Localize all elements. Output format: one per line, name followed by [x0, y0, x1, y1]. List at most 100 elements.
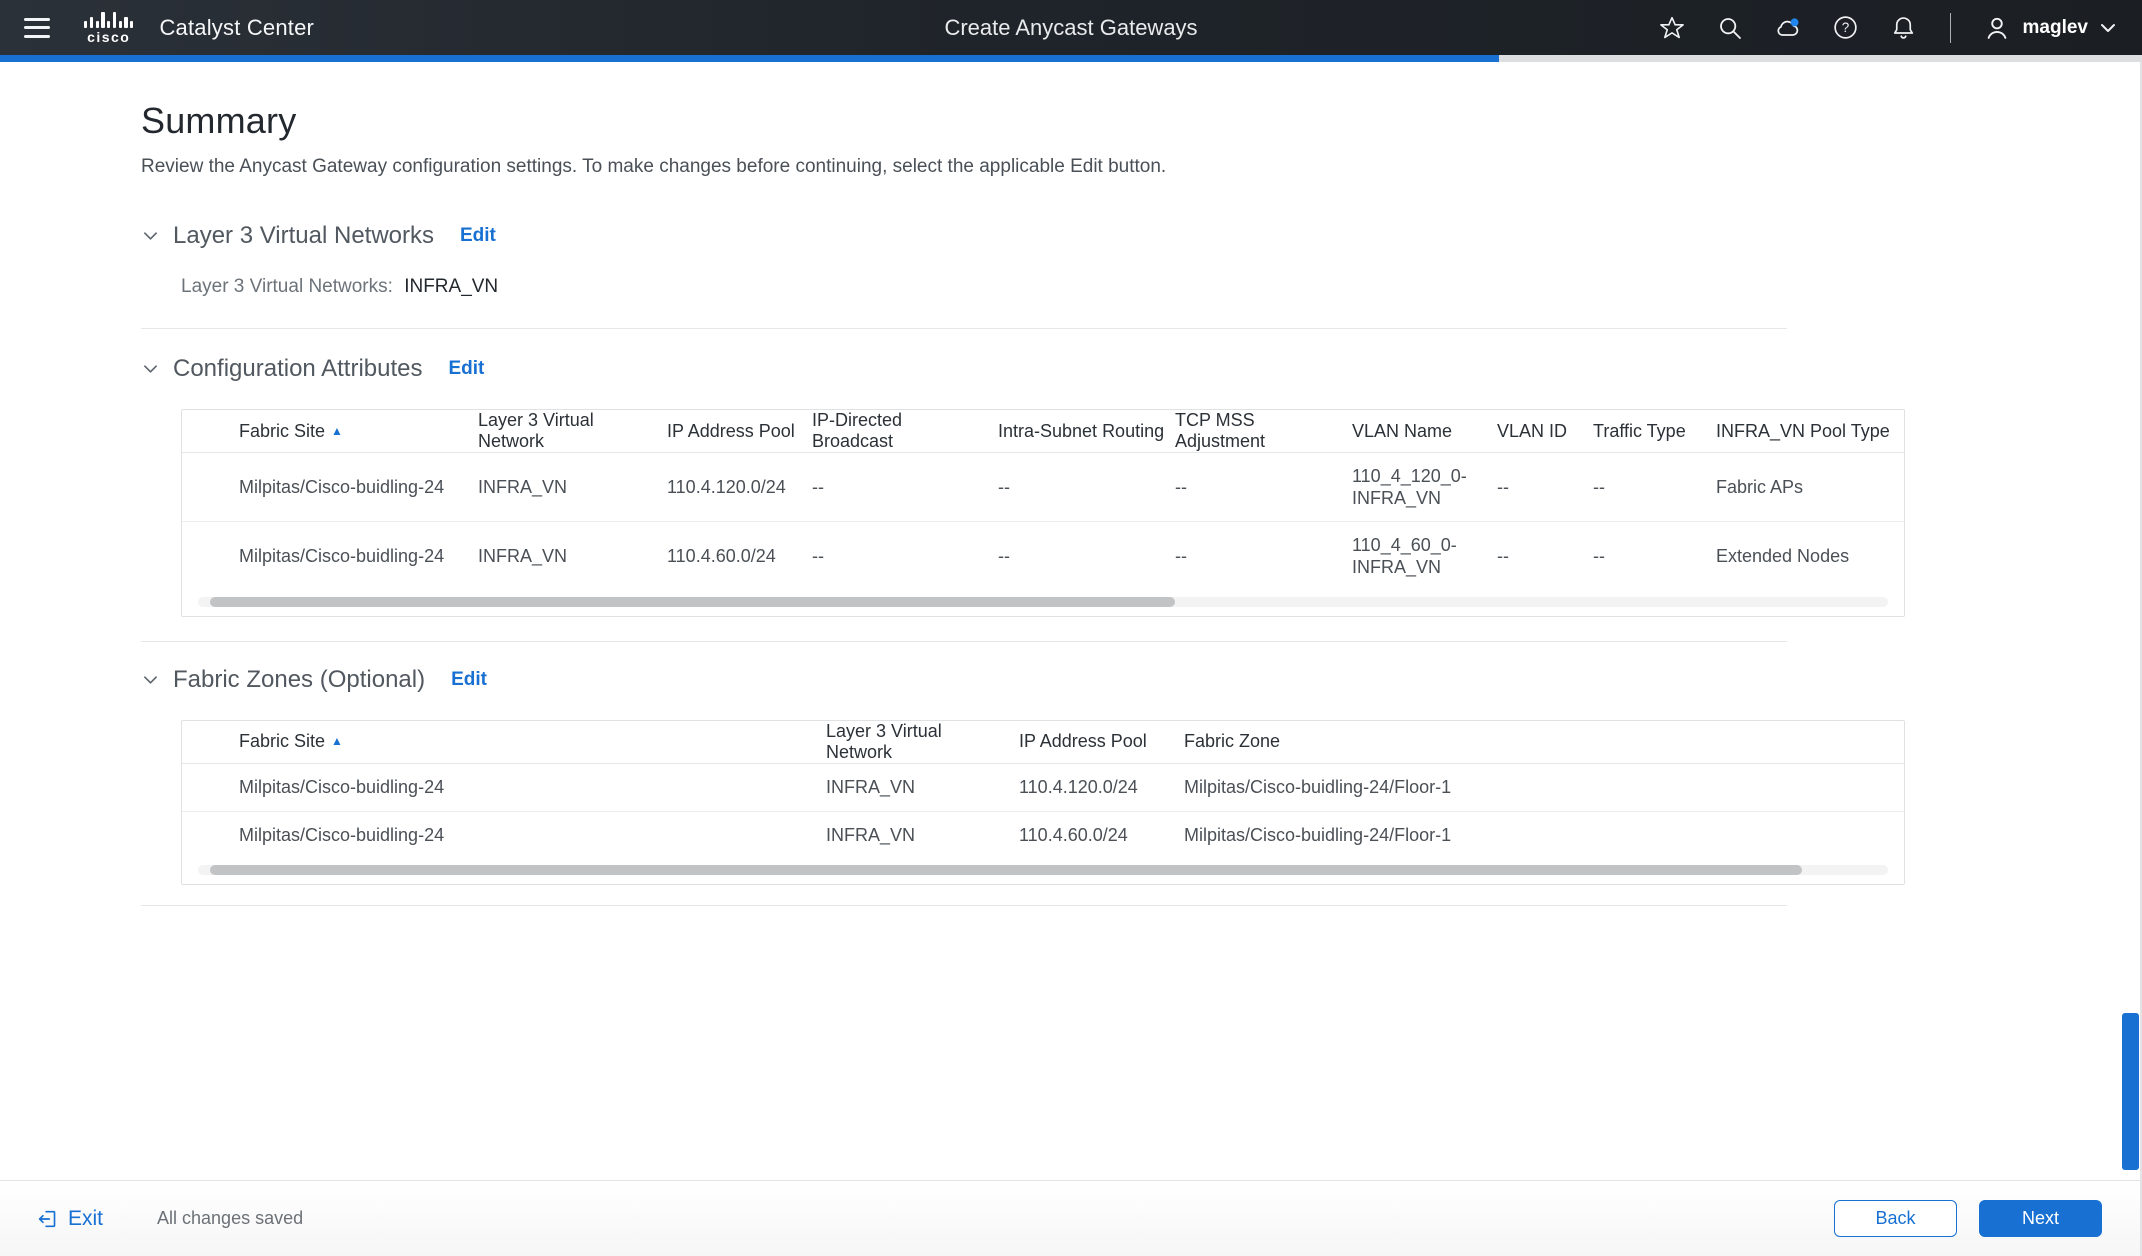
l3vn-field-value: INFRA_VN [404, 276, 499, 297]
col-ip-directed-broadcast: IP-Directed Broadcast [812, 410, 998, 453]
cisco-bars-icon [84, 11, 134, 28]
col-fabric-site[interactable]: Fabric Site ▲ [182, 720, 826, 764]
summary-description: Review the Anycast Gateway configuration… [141, 156, 1167, 177]
cell-ip-pool: 110.4.120.0/24 [1019, 763, 1184, 812]
fabric-zones-table-card: Fabric Site ▲ Layer 3 Virtual Network IP … [181, 719, 1905, 885]
notifications-bell-icon[interactable] [1890, 14, 1918, 42]
cell-ip-directed-broadcast: -- [812, 452, 998, 522]
zones-edit-button[interactable]: Edit [451, 669, 487, 691]
section-divider [141, 328, 1787, 329]
cisco-wordmark: cisco [87, 28, 131, 45]
cisco-logo: cisco [84, 11, 134, 45]
cell-tcp-mss: -- [1175, 546, 1187, 566]
l3vn-edit-button[interactable]: Edit [460, 225, 496, 247]
zones-section-title: Fabric Zones (Optional) [173, 665, 426, 693]
help-icon[interactable]: ? [1832, 14, 1860, 42]
col-vlan-id: VLAN ID [1497, 410, 1593, 453]
cell-fabric-site: Milpitas/Cisco-buidling-24 [182, 452, 478, 522]
summary-title: Summary [141, 100, 297, 141]
svg-text:?: ? [1842, 20, 1850, 35]
table-row: Milpitas/Cisco-buidling-24 INFRA_VN 110.… [182, 452, 1904, 522]
zones-table-hscrollbar-thumb[interactable] [210, 865, 1802, 875]
cell-l3vn: INFRA_VN [478, 452, 667, 522]
cell-ip-pool: 110.4.60.0/24 [667, 546, 776, 566]
topbar-separator [1949, 12, 1951, 43]
cell-l3vn: INFRA_VN [826, 825, 916, 845]
col-vlan-name: VLAN Name [1352, 410, 1497, 453]
cell-fabric-zone: Milpitas/Cisco-buidling-24/Floor-1 [1184, 763, 1904, 812]
cell-vlan-name: 110_4_120_0-INFRA_VN [1352, 452, 1497, 522]
exit-button[interactable]: Exit [36, 1207, 103, 1231]
col-intra-subnet-routing: Intra-Subnet Routing [998, 410, 1175, 453]
table-header-row: Fabric Site ▲ Layer 3 Virtual Network IP … [182, 720, 1904, 764]
sort-ascending-icon: ▲ [331, 423, 343, 438]
config-table-hscrollbar-track[interactable] [198, 596, 1888, 607]
user-name: maglev [2022, 16, 2088, 38]
save-status-text: All changes saved [157, 1208, 304, 1228]
config-attributes-table-card: Fabric Site ▲ Layer 3 Virtual Network IP … [181, 409, 1905, 617]
user-chevron-down-icon [2101, 23, 2115, 32]
l3vn-section-title: Layer 3 Virtual Networks [173, 222, 434, 249]
col-l3vn: Layer 3 Virtual Network [478, 410, 667, 453]
cell-fabric-site: Milpitas/Cisco-buidling-24 [239, 546, 445, 566]
cell-fabric-zone: Milpitas/Cisco-buidling-24/Floor-1 [1184, 825, 1452, 845]
cell-intra-subnet-routing: -- [998, 546, 1010, 566]
cell-traffic-type: -- [1593, 452, 1716, 522]
cloud-status-icon[interactable] [1774, 14, 1802, 42]
fabric-zones-table: Fabric Site ▲ Layer 3 Virtual Network IP … [182, 720, 1904, 860]
cell-pool-type: Fabric APs [1716, 452, 1904, 522]
zones-table-hscrollbar-track[interactable] [198, 865, 1888, 875]
wizard-footer: Exit All changes saved Back Next [0, 1180, 2142, 1256]
cell-l3vn: INFRA_VN [826, 763, 1019, 812]
favorites-star-icon[interactable] [1658, 14, 1686, 42]
cell-pool-type: Extended Nodes [1716, 546, 1850, 566]
table-header-row: Fabric Site ▲ Layer 3 Virtual Network IP … [182, 410, 1904, 453]
next-button[interactable]: Next [1979, 1200, 2102, 1237]
wizard-progress-fill [0, 55, 1500, 62]
cell-tcp-mss: -- [1175, 452, 1352, 522]
table-row: Milpitas/Cisco-buidling-24 INFRA_VN 110.… [182, 763, 1904, 812]
cell-traffic-type: -- [1593, 546, 1605, 566]
col-fabric-site[interactable]: Fabric Site ▲ [182, 410, 478, 453]
config-edit-button[interactable]: Edit [448, 358, 484, 380]
user-avatar-icon [1983, 14, 2011, 42]
exit-door-icon [38, 1210, 56, 1227]
sort-ascending-icon: ▲ [331, 734, 343, 748]
l3vn-collapse-chevron-icon[interactable] [141, 227, 159, 245]
cell-fabric-site: Milpitas/Cisco-buidling-24 [182, 763, 826, 812]
config-table-hscrollbar-thumb[interactable] [210, 596, 1175, 607]
col-fabric-zone: Fabric Zone [1184, 720, 1904, 764]
menu-hamburger-icon[interactable] [24, 17, 50, 38]
cell-intra-subnet-routing: -- [998, 452, 1175, 522]
col-ip-pool: IP Address Pool [1019, 720, 1184, 764]
table-row: Milpitas/Cisco-buidling-24 INFRA_VN 110.… [182, 522, 1904, 591]
user-menu[interactable]: maglev [1983, 14, 2116, 42]
cell-ip-directed-broadcast: -- [812, 546, 824, 566]
col-pool-type: INFRA_VN Pool Type [1716, 410, 1904, 453]
top-app-bar: Create Anycast Gateways cisco Catalyst C… [0, 0, 2142, 55]
col-ip-pool: IP Address Pool [667, 410, 812, 453]
col-tcp-mss: TCP MSS Adjustment [1175, 410, 1352, 453]
config-collapse-chevron-icon[interactable] [141, 360, 159, 378]
cell-ip-pool: 110.4.120.0/24 [667, 452, 812, 522]
back-button[interactable]: Back [1834, 1200, 1957, 1237]
cell-l3vn: INFRA_VN [478, 546, 568, 566]
zones-collapse-chevron-icon[interactable] [141, 671, 159, 689]
product-name: Catalyst Center [159, 14, 315, 40]
search-icon[interactable] [1716, 14, 1744, 42]
summary-page: Summary Review the Anycast Gateway confi… [0, 62, 2142, 906]
config-section-title: Configuration Attributes [173, 355, 423, 382]
col-l3vn: Layer 3 Virtual Network [826, 720, 1019, 764]
cell-fabric-site: Milpitas/Cisco-buidling-24 [239, 825, 445, 845]
exit-label: Exit [68, 1206, 104, 1230]
wizard-progress-track [0, 55, 2142, 62]
section-divider [141, 640, 1787, 642]
cell-vlan-name: 110_4_60_0-INFRA_VN [1352, 534, 1457, 578]
cell-ip-pool: 110.4.60.0/24 [1019, 825, 1128, 845]
page-vscrollbar-thumb[interactable] [2122, 1013, 2139, 1170]
l3vn-field-label: Layer 3 Virtual Networks: [181, 276, 393, 297]
table-row: Milpitas/Cisco-buidling-24 INFRA_VN 110.… [182, 811, 1904, 859]
cell-vlan-id: -- [1497, 452, 1593, 522]
config-attributes-table: Fabric Site ▲ Layer 3 Virtual Network IP … [182, 410, 1904, 591]
section-divider [141, 905, 1787, 906]
